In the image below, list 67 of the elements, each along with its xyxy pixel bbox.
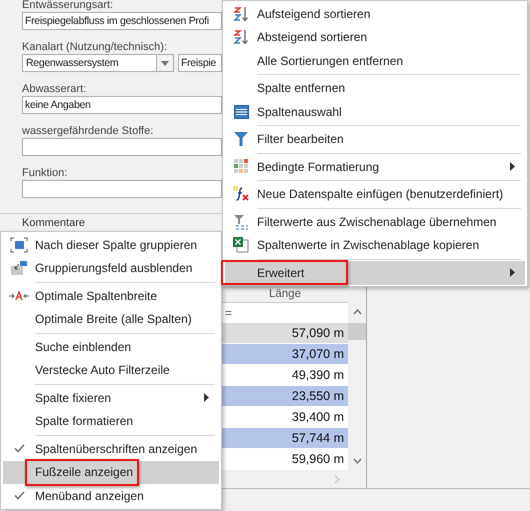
- sort-descending-icon: [233, 29, 249, 46]
- submenu-arrow-icon: [204, 393, 209, 402]
- menu-item[interactable]: Fußzeile anzeigen: [3, 460, 219, 484]
- menu-item[interactable]: Spaltenauswahl: [225, 100, 525, 124]
- field-label: Funktion:: [22, 167, 68, 179]
- menu-item[interactable]: Alle Sortierungen entfernen: [225, 49, 525, 72]
- table-row[interactable]: 23,550 m: [222, 386, 348, 407]
- menu-item[interactable]: Nach dieser Spalte gruppieren: [3, 233, 219, 256]
- text-field[interactable]: [22, 138, 222, 156]
- function-icon: [233, 186, 249, 202]
- section-header: Kommentare: [22, 216, 86, 229]
- field-label: wassergefährdende Stoffe:: [22, 125, 154, 137]
- chevron-down-icon[interactable]: [352, 458, 362, 464]
- check-icon: [14, 444, 24, 454]
- collapse-panel-icon: [10, 260, 28, 276]
- menu-item[interactable]: Filter bearbeiten: [225, 128, 525, 151]
- caret-icon: [161, 60, 169, 66]
- menu-item[interactable]: Optimale Breite (alle Spalten): [3, 308, 219, 331]
- color-grid-icon: [234, 159, 248, 174]
- menu-item[interactable]: Absteigend sortieren: [225, 26, 525, 49]
- table-row[interactable]: 57,090 m: [222, 323, 348, 344]
- menu-item[interactable]: Spalte entfernen: [225, 76, 525, 100]
- field-label: Abwasserart:: [22, 83, 88, 95]
- chevron-up-icon[interactable]: [352, 309, 362, 315]
- table-row[interactable]: 57,744 m: [222, 428, 348, 449]
- menu-item[interactable]: Spalte fixieren: [3, 386, 219, 410]
- horizontal-scrollbar[interactable]: [222, 470, 348, 488]
- submenu-arrow-icon: [510, 162, 515, 172]
- menu-item[interactable]: Aufsteigend sortieren: [225, 2, 525, 26]
- check-icon: [14, 491, 24, 500]
- menu-item[interactable]: Gruppierungsfeld ausblenden: [3, 256, 219, 280]
- menu-item[interactable]: Optimale Spaltenbreite: [3, 284, 219, 308]
- text-field[interactable]: Freispie: [178, 54, 222, 72]
- chevron-right-icon[interactable]: [334, 474, 340, 484]
- scrollbar-thumb[interactable]: [348, 323, 366, 340]
- table-cell: 23,550 m: [292, 389, 344, 403]
- table-cell: 57,090 m: [292, 326, 344, 340]
- menu-item[interactable]: Spaltenüberschriften anzeigen: [3, 437, 219, 460]
- field-label: Kanalart (Nutzung/technisch):: [22, 41, 168, 53]
- table-cell: 49,390 m: [292, 368, 344, 382]
- dropdown-field[interactable]: Regenwassersystem: [22, 54, 174, 72]
- text-field[interactable]: Freispiegelabfluss im geschlossenen Profi: [22, 12, 222, 30]
- menu-item[interactable]: Filterwerte aus Zwischenablage übernehmen: [225, 210, 525, 234]
- menu-item[interactable]: Suche einblenden: [3, 335, 219, 358]
- column-width-icon: [9, 290, 29, 301]
- field-label: Entwässerungsart:: [22, 0, 114, 11]
- menu-item[interactable]: Spaltenwerte in Zwischenablage kopieren: [225, 234, 525, 257]
- column-list-icon: [234, 104, 248, 119]
- spreadsheet-icon: [233, 237, 249, 254]
- menu-item[interactable]: Verstecke Auto Filterzeile: [3, 358, 219, 382]
- vertical-scrollbar[interactable]: [348, 285, 366, 488]
- table-cell: 39,400 m: [292, 410, 344, 424]
- table-cell: 57,744 m: [292, 431, 344, 445]
- sort-ascending-icon: [233, 6, 249, 22]
- text-field[interactable]: [22, 180, 222, 198]
- menu-item[interactable]: Bedingte Formatierung: [225, 155, 525, 178]
- menu-item[interactable]: Neue Datenspalte einfügen (benutzerdefiniert): [225, 182, 525, 206]
- text-field[interactable]: keine Angaben: [22, 96, 222, 114]
- submenu-arrow-icon: [510, 268, 515, 278]
- menu-item[interactable]: Menüband anzeigen: [3, 484, 219, 508]
- table-cell: 37,070 m: [292, 347, 344, 361]
- menu-item[interactable]: Spalte formatieren: [3, 410, 219, 433]
- filter-list-icon: [233, 214, 249, 230]
- group-icon: [10, 236, 28, 253]
- table-cell: 59,960 m: [292, 452, 344, 466]
- filter-icon: [234, 132, 248, 146]
- table-row[interactable]: 37,070 m: [222, 344, 348, 365]
